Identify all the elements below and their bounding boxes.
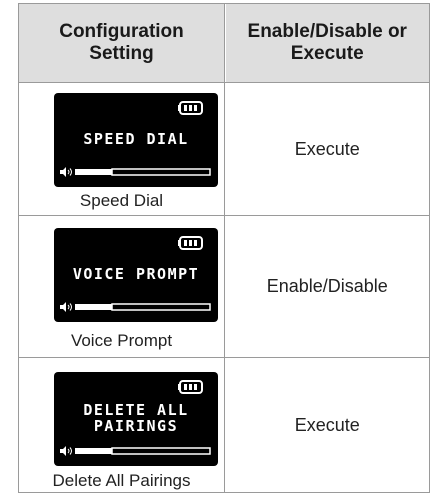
setting-caption: Delete All Pairings (52, 471, 191, 490)
header-col1-line1: Configuration (59, 21, 184, 42)
speaker-icon (60, 446, 211, 456)
header-col2-line1: Enable/Disable or (247, 21, 407, 42)
action-text: Execute (294, 138, 360, 159)
battery-icon (178, 236, 203, 250)
speaker-icon (60, 302, 211, 312)
battery-icon (178, 380, 203, 394)
header-col2-line2: Execute (290, 43, 364, 64)
header-enable-disable-execute: Enable/Disable or Execute (225, 4, 429, 82)
screen-text: SPEED DIAL (83, 130, 189, 148)
battery-icon (178, 101, 203, 115)
action-text: Execute (294, 414, 360, 435)
device-screen: SPEED DIAL (54, 93, 218, 187)
table-row-delete-all-pairings-setting: DELETE ALL PAIRINGS Delete All Pairings (19, 358, 224, 492)
header-configuration-setting: Configuration Setting (19, 4, 224, 82)
table-row-voice-prompt-setting: VOICE PROMPT Voice Prompt (19, 216, 224, 357)
action-text: Enable/Disable (266, 276, 388, 296)
header-col1-line2: Setting (89, 43, 154, 64)
device-screen: VOICE PROMPT (54, 228, 218, 322)
table-row-speed-dial-setting: SPEED DIAL Speed Dial (19, 83, 224, 215)
action-cell: Execute (226, 83, 430, 215)
setting-caption: Voice Prompt (70, 331, 173, 350)
configuration-table: Configuration Setting Enable/Disable or … (18, 3, 430, 493)
action-cell: Execute (226, 358, 430, 492)
screen-text: VOICE PROMPT (72, 265, 200, 283)
device-screen: DELETE ALL PAIRINGS (54, 372, 218, 466)
speaker-icon (60, 167, 211, 177)
action-cell: Enable/Disable (226, 216, 430, 357)
screen-text-line2: PAIRINGS (93, 417, 179, 435)
setting-caption: Speed Dial (79, 191, 164, 210)
